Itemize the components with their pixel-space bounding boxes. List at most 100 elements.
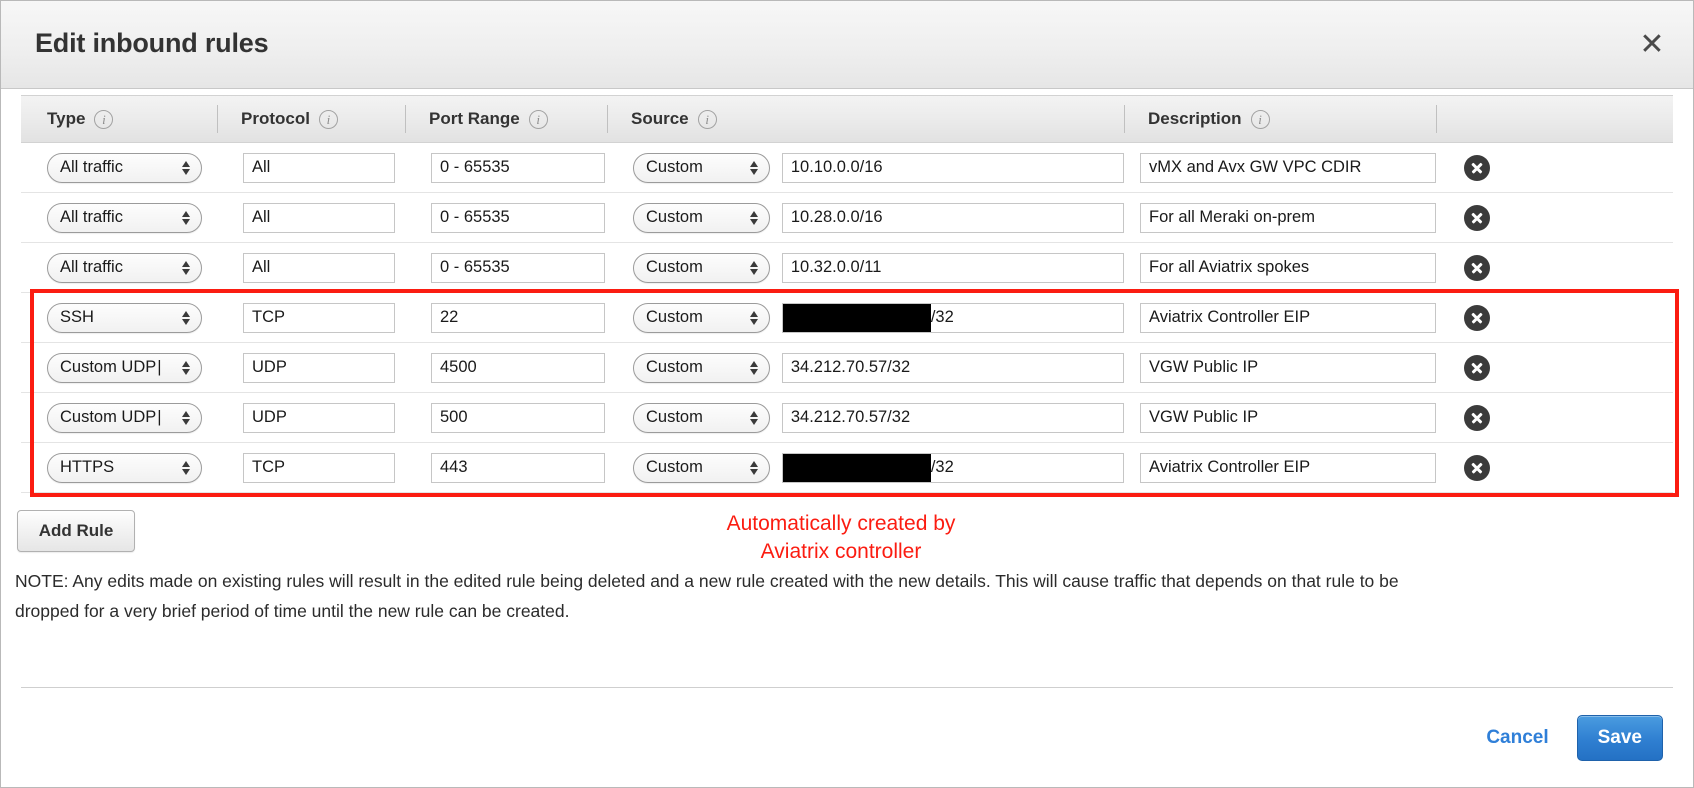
redaction-block [782,303,931,332]
type-select[interactable]: All traffic [47,252,202,283]
stepper-caret-icon [749,310,758,325]
description-input[interactable]: Aviatrix Controller EIP [1140,302,1436,333]
port-range-input[interactable]: 0 - 65535 [431,152,605,183]
cell-description: Aviatrix Controller EIP [1124,443,1436,492]
delete-circle-icon[interactable] [1464,304,1490,331]
source-kind-select[interactable]: Custom [633,202,770,233]
source-kind-select[interactable]: Custom [633,452,770,483]
source-input[interactable]: 10.28.0.0/16 [781,202,1124,233]
port-range-input[interactable]: 0 - 65535 [431,202,605,233]
source-input[interactable]: 34.212.70.57/32 [781,402,1124,433]
cancel-button[interactable]: Cancel [1480,726,1554,750]
cell-description: For all Aviatrix spokes [1124,243,1436,292]
port-range-input[interactable]: 443 [431,452,605,483]
info-icon[interactable]: i [697,109,717,129]
description-input[interactable]: For all Meraki on-prem [1140,202,1436,233]
column-header-label: Protocol [241,109,310,128]
info-icon[interactable]: i [1250,109,1270,129]
port-range-input[interactable]: 0 - 65535 [431,252,605,283]
column-header-delete [1436,96,1528,142]
description-value: VGW Public IP [1149,358,1259,376]
stepper-caret-icon [182,460,190,475]
table-row: SSH TCP 22 Custom/32 Aviatrix Controller EIP [21,293,1673,343]
port-range-value: 443 [440,458,468,476]
type-select[interactable]: All traffic [47,152,202,183]
column-header-label: Source [631,109,689,128]
cell-delete [1436,343,1528,392]
description-input[interactable]: Aviatrix Controller EIP [1140,452,1436,483]
description-value: For all Meraki on-prem [1149,208,1315,226]
protocol-input[interactable]: UDP [243,402,395,433]
stepper-caret-icon [749,210,758,225]
info-icon[interactable]: i [528,109,548,129]
cell-port-range: 4500 [405,343,607,392]
protocol-input[interactable]: TCP [243,452,395,483]
cell-source: Custom/32 [607,443,1124,492]
delete-circle-icon[interactable] [1464,254,1490,281]
source-kind-select[interactable]: Custom [633,302,770,333]
info-icon[interactable]: i [94,109,114,129]
source-kind-select[interactable]: Custom [633,402,770,433]
port-range-input[interactable]: 22 [431,302,605,333]
protocol-value: UDP [252,358,287,376]
protocol-input[interactable]: All [243,202,395,233]
description-input[interactable]: VGW Public IP [1140,352,1436,383]
edit-inbound-rules-dialog: Edit inbound rules ✕ Type i Protocol i P… [0,0,1694,788]
type-select[interactable]: SSH [47,302,202,333]
delete-circle-icon[interactable] [1464,154,1490,181]
protocol-input[interactable]: UDP [243,352,395,383]
cell-type: Custom UDP [21,343,217,392]
redaction-block [782,453,931,482]
cell-type: All traffic [21,193,217,242]
type-select[interactable]: All traffic [47,202,202,233]
type-select-value: All traffic [60,208,123,226]
delete-circle-icon[interactable] [1464,404,1490,431]
cell-description: Aviatrix Controller EIP [1124,293,1436,342]
source-input[interactable]: 34.212.70.57/32 [781,352,1124,383]
cell-port-range: 0 - 65535 [405,243,607,292]
source-kind-select[interactable]: Custom [633,252,770,283]
save-button[interactable]: Save [1576,714,1663,761]
source-kind-select[interactable]: Custom [633,352,770,383]
table-row: Custom UDP UDP 500 Custom 34.212.70.57/32 VGW… [21,393,1673,443]
type-select[interactable]: HTTPS [47,452,202,483]
column-header-source: Source i [607,96,1124,142]
description-input[interactable]: VGW Public IP [1140,402,1436,433]
protocol-input[interactable]: All [243,152,395,183]
port-range-input[interactable]: 500 [431,402,605,433]
stepper-caret-icon [749,460,758,475]
cell-type: HTTPS [21,443,217,492]
stepper-caret-icon [749,360,758,375]
cell-type: SSH [21,293,217,342]
source-kind-value: Custom [646,308,703,326]
close-icon[interactable]: ✕ [1633,27,1671,65]
type-select[interactable]: Custom UDP [47,352,202,383]
info-icon[interactable]: i [318,109,338,129]
source-input[interactable]: 10.32.0.0/11 [781,252,1124,283]
description-input[interactable]: vMX and Avx GW VPC CDIR [1140,152,1436,183]
table-row: Custom UDP UDP 4500 Custom 34.212.70.57/32 VG… [21,343,1673,393]
delete-circle-icon[interactable] [1464,204,1490,231]
type-select[interactable]: Custom UDP [47,402,202,433]
column-header-description: Description i [1124,96,1436,142]
delete-circle-icon[interactable] [1464,454,1490,481]
column-header-type: Type i [21,96,217,142]
column-divider [217,105,218,133]
source-input[interactable]: /32 [781,302,1124,333]
port-range-input[interactable]: 4500 [431,352,605,383]
description-value: Aviatrix Controller EIP [1149,308,1311,326]
note-text: NOTE: Any edits made on existing rules w… [15,571,1399,621]
description-input[interactable]: For all Aviatrix spokes [1140,252,1436,283]
protocol-input[interactable]: All [243,252,395,283]
cell-delete [1436,143,1528,192]
source-kind-select[interactable]: Custom [633,152,770,183]
source-input[interactable]: /32 [781,452,1124,483]
add-rule-button[interactable]: Add Rule [17,510,135,552]
cell-delete [1436,293,1528,342]
protocol-input[interactable]: TCP [243,302,395,333]
rules-table: Type i Protocol i Port Range i Source i … [21,89,1679,497]
column-divider [1436,105,1437,133]
cell-protocol: TCP [217,293,405,342]
source-input[interactable]: 10.10.0.0/16 [781,152,1124,183]
delete-circle-icon[interactable] [1464,354,1490,381]
